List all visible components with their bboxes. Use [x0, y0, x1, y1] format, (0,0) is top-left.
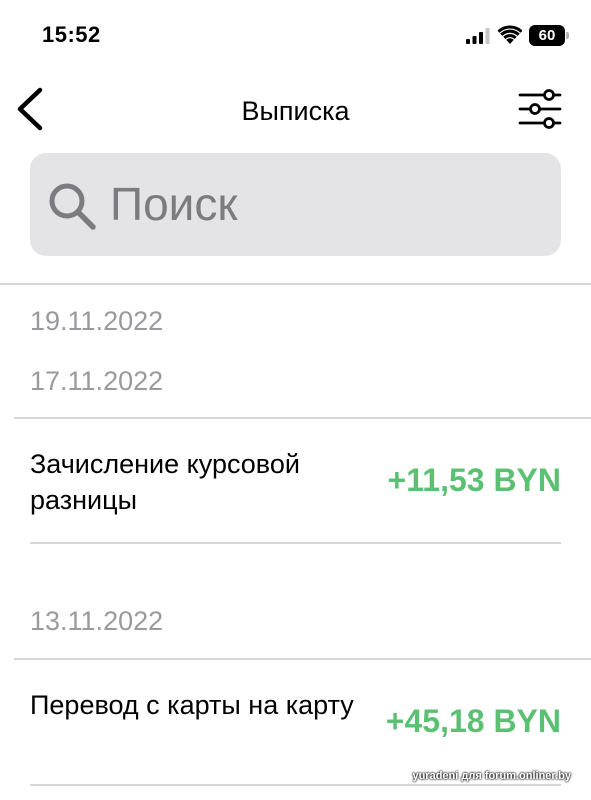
sliders-icon[interactable] [518, 89, 562, 129]
signal-icon [466, 28, 490, 44]
date-header: 17.11.2022 [30, 366, 164, 396]
search-icon [49, 183, 96, 230]
date-header: 19.11.2022 [30, 306, 164, 336]
search-input[interactable]: Поиск [30, 153, 561, 256]
wifi-icon [498, 25, 522, 44]
divider [30, 542, 561, 544]
divider [30, 784, 561, 786]
divider [14, 658, 591, 660]
transaction-title: Перевод с карты на карту [30, 690, 354, 720]
battery-cap [566, 32, 569, 39]
battery-level: 60 [538, 27, 556, 44]
divider [14, 417, 591, 419]
transaction-amount: +11,53 BYN [387, 462, 561, 498]
page-title: Выписка [241, 96, 350, 126]
watermark: yuradeni для forum.onliner.by [412, 770, 571, 782]
battery-icon: 60 [529, 25, 569, 46]
transaction-title: Зачисление курсовой разницы [30, 449, 300, 515]
status-bar: 15:52 60 [0, 0, 591, 72]
transaction-amount: +45,18 BYN [385, 703, 561, 739]
status-time: 15:52 [42, 22, 101, 47]
divider [0, 283, 591, 285]
search-placeholder: Поиск [110, 178, 238, 230]
date-header: 13.11.2022 [30, 606, 164, 636]
